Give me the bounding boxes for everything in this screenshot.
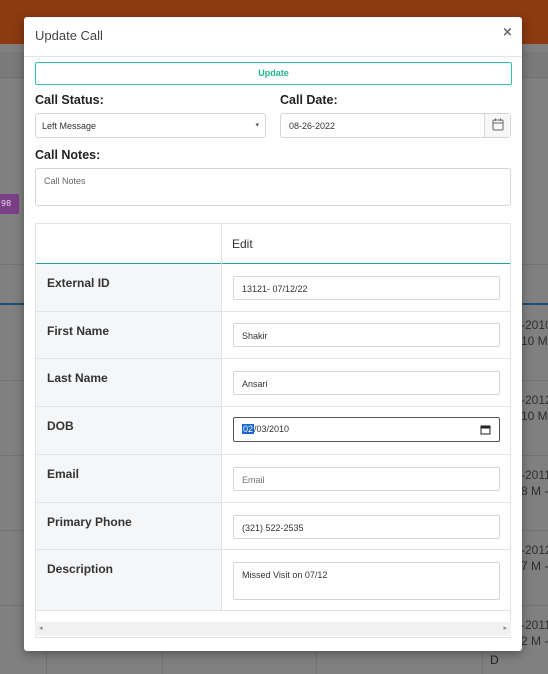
row-label-primary-phone: Primary Phone xyxy=(47,515,132,529)
row-label-first-name: First Name xyxy=(47,324,110,338)
row-label-description: Description xyxy=(47,562,114,576)
calendar-button[interactable] xyxy=(484,114,510,137)
update-call-modal: Update Call × Update Call Status: Left M… xyxy=(24,17,522,651)
description-textarea[interactable]: Missed Visit on 07/12 xyxy=(233,562,500,600)
column-divider xyxy=(221,224,222,611)
primary-phone-input[interactable]: (321) 522-2535 xyxy=(233,515,500,539)
table-row: Last Name Ansari xyxy=(36,359,510,407)
background-cell: -2011 8 M - xyxy=(521,468,548,498)
call-status-label: Call Status: xyxy=(35,93,104,107)
scroll-right-icon[interactable]: ▸ xyxy=(503,624,507,632)
chevron-down-icon: ▾ xyxy=(255,122,259,129)
background-badge: 98 xyxy=(0,194,19,214)
row-label-external-id: External ID xyxy=(47,276,110,290)
table-row: Description Missed Visit on 07/12 xyxy=(36,550,510,611)
table-row: First Name Shakir xyxy=(36,312,510,359)
scroll-left-icon[interactable]: ◂ xyxy=(39,624,43,632)
call-notes-label: Call Notes: xyxy=(35,148,101,162)
update-button[interactable]: Update xyxy=(35,62,512,85)
table-row: Email Email xyxy=(36,455,510,503)
horizontal-scrollbar[interactable]: ◂ ▸ xyxy=(35,622,511,636)
dob-month-segment[interactable]: 02 xyxy=(242,424,255,434)
call-date-value: 08-26-2022 xyxy=(289,121,336,131)
first-name-input[interactable]: Shakir xyxy=(233,323,500,347)
background-cell-letter: D xyxy=(490,653,499,667)
row-label-email: Email xyxy=(47,467,80,481)
background-cell: -20127 M - xyxy=(521,543,548,573)
email-input[interactable]: Email xyxy=(233,467,500,491)
call-status-select[interactable]: Left Message ▾ xyxy=(35,113,266,138)
close-button[interactable]: × xyxy=(502,25,513,40)
calendar-icon[interactable] xyxy=(480,424,491,435)
dob-rest-segment: /03/2010 xyxy=(254,424,290,434)
table-row: External ID 13121- 07/12/22 xyxy=(36,264,510,312)
background-header-line-right xyxy=(522,303,548,305)
background-cell: -201210 M xyxy=(521,393,548,423)
modal-title: Update Call xyxy=(35,28,103,43)
calendar-icon xyxy=(492,118,504,131)
external-id-input[interactable]: 13121- 07/12/22 xyxy=(233,276,500,300)
background-cell: -201010 M xyxy=(521,318,548,348)
call-date-label: Call Date: xyxy=(280,93,338,107)
table-row: DOB 02/03/2010 xyxy=(36,407,510,455)
background-header-line-left xyxy=(0,303,24,305)
dob-date-input[interactable]: 02/03/2010 xyxy=(233,417,500,442)
table-row: Primary Phone (321) 522-2535 xyxy=(36,503,510,550)
background-cell: -2011 2 M - xyxy=(521,618,548,648)
modal-header: Update Call × xyxy=(24,17,522,57)
last-name-input[interactable]: Ansari xyxy=(233,371,500,395)
call-date-input[interactable]: 08-26-2022 xyxy=(280,113,511,138)
edit-table: Edit External ID 13121- 07/12/22 First N… xyxy=(35,223,511,638)
table-header: Edit xyxy=(36,224,510,264)
column-header-edit: Edit xyxy=(232,237,253,251)
row-label-dob: DOB xyxy=(47,419,74,433)
call-notes-textarea[interactable]: Call Notes xyxy=(35,168,511,206)
call-status-value: Left Message xyxy=(42,121,97,131)
row-label-last-name: Last Name xyxy=(47,371,108,385)
row-label-cell xyxy=(36,550,221,610)
